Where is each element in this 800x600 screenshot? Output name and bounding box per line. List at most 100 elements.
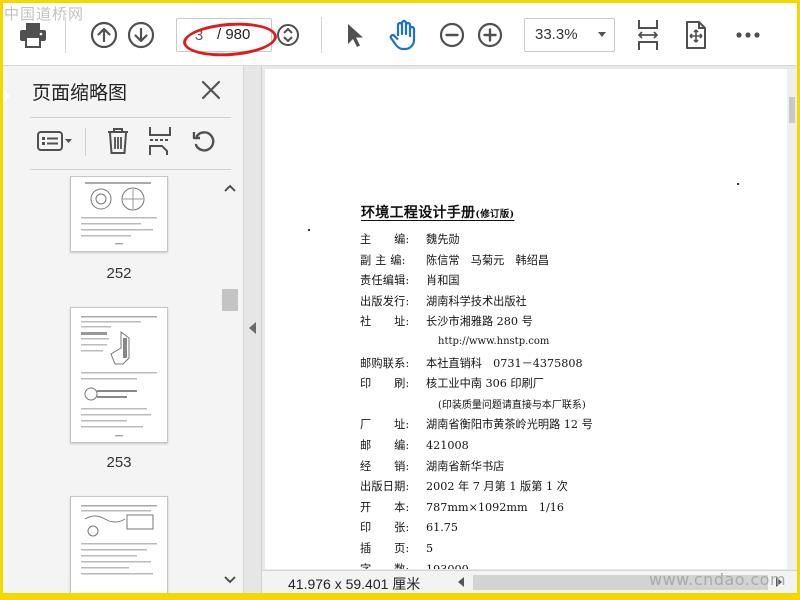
colophon-label: 经 销: xyxy=(360,459,410,473)
panel-tool-divider xyxy=(85,128,86,156)
zoom-out-icon xyxy=(439,22,465,48)
page-dimensions: 41.976 x 59.401 厘米 xyxy=(288,576,421,592)
scroll-left-button[interactable] xyxy=(458,577,464,587)
colophon-value: 长沙市湘雅路 280 号 xyxy=(426,315,533,329)
page-number-input[interactable] xyxy=(177,19,215,51)
colophon-label: 邮购联系: xyxy=(360,356,410,370)
thumbnail-label: 252 xyxy=(106,265,132,282)
colophon-value: 魏先勋 xyxy=(426,233,460,246)
split-page-icon xyxy=(149,127,171,155)
colophon-label: 社 址: xyxy=(360,315,410,329)
hand-tool-button[interactable] xyxy=(385,17,421,53)
colophon-label: 出版发行: xyxy=(360,294,410,308)
colophon-row: 责任编辑: 肖和国 xyxy=(360,272,460,288)
colophon-row: 社 址: 长沙市湘雅路 280 号 xyxy=(360,313,533,329)
colophon-value: 2002 年 7 月第 1 版第 1 次 xyxy=(426,480,568,494)
chevron-down-icon xyxy=(598,32,606,37)
page-thumbnail[interactable] xyxy=(70,176,168,252)
scrollbar-thumb[interactable] xyxy=(789,97,795,123)
colophon-label: 插 页: xyxy=(360,542,410,555)
colophon-row: 经 销: 湖南省新华书店 xyxy=(360,458,504,474)
more-icon xyxy=(736,32,760,38)
select-tool-button[interactable] xyxy=(340,17,370,53)
colophon-row: 出版日期: 2002 年 7 月第 1 版第 1 次 xyxy=(360,478,568,494)
thumbnail-content xyxy=(81,505,157,575)
scroll-down-button[interactable] xyxy=(224,574,236,586)
fit-width-icon xyxy=(638,20,658,50)
scrollbar-thumb[interactable] xyxy=(222,289,238,311)
thumbnail-list: 252 253 xyxy=(3,176,220,593)
colophon-value: 本社直销科 0731－4375808 xyxy=(426,356,583,370)
colophon-value: 787mm×1092mm 1/16 xyxy=(426,500,564,514)
colophon-row: 印 张: 61.75 xyxy=(360,519,458,535)
colophon-row: 厂 址: 湖南省衡阳市黄茶岭光明路 12 号 xyxy=(360,416,593,432)
colophon-value: 5 xyxy=(426,542,434,555)
colophon-label: 副 主 编: xyxy=(360,253,406,267)
document-title: 环境工程设计手册(修订版) xyxy=(361,202,514,222)
colophon-value: 湖南省衡阳市黄茶岭光明路 12 号 xyxy=(426,418,593,432)
colophon-label: 责任编辑: xyxy=(360,274,410,288)
next-page-icon xyxy=(127,21,155,49)
colophon-row: 出版发行: 湖南科学技术出版社 xyxy=(360,293,527,309)
print-button[interactable] xyxy=(15,17,51,53)
toolbar-divider xyxy=(321,17,322,53)
zoom-in-button[interactable] xyxy=(475,17,505,53)
page-thumbnail[interactable] xyxy=(70,496,168,593)
prev-page-icon xyxy=(90,21,118,49)
colophon-row: 邮购联系: 本社直销科 0731－4375808 xyxy=(360,355,583,371)
scroll-up-button[interactable] xyxy=(224,182,236,194)
colophon-value: (印装质量问题请直接与本厂联系) xyxy=(438,399,586,411)
chevron-down-icon xyxy=(224,576,236,584)
colophon-label: 主 编: xyxy=(360,233,410,246)
colophon-label: 印 刷: xyxy=(360,377,410,391)
select-arrow-icon xyxy=(348,24,363,47)
title-edition: (修订版) xyxy=(475,209,515,220)
page-navigation-button[interactable] xyxy=(273,17,303,53)
toolbar-divider xyxy=(65,17,66,53)
zoom-out-button[interactable] xyxy=(437,17,467,53)
rotate-page-button[interactable] xyxy=(191,124,219,158)
colophon-label: 出版日期: xyxy=(360,480,410,494)
thumbnail-options-icon xyxy=(37,131,72,151)
colophon-value: 421008 xyxy=(426,439,469,452)
page-move-button[interactable] xyxy=(681,17,711,53)
page-move-icon xyxy=(686,21,706,49)
colophon-row: 主 编: 魏先勋 xyxy=(360,231,460,247)
thumbnail-content xyxy=(81,316,157,437)
page-thumbnail[interactable] xyxy=(70,307,168,443)
delete-icon xyxy=(108,128,128,154)
toolbar: 中国道桥网 / 980 xyxy=(3,3,797,66)
colophon-label: 厂 址: xyxy=(360,418,410,432)
colophon-value: 61.75 xyxy=(426,521,459,535)
thumbnails-panel: 页面缩略图 252 253 xyxy=(3,66,244,593)
thumbnail-options-button[interactable] xyxy=(36,124,76,158)
thumbnail-label: 253 xyxy=(106,454,132,471)
colophon-value: 陈信常 马菊元 韩绍昌 xyxy=(426,253,550,267)
zoom-dropdown[interactable]: 33.3% xyxy=(524,18,615,52)
previous-page-button[interactable] xyxy=(87,17,121,53)
next-page-button[interactable] xyxy=(124,17,158,53)
document-view[interactable]: 环境工程设计手册(修订版) 主 编: 魏先勋副 主 编: 陈信常 马菊元 韩绍昌责任… xyxy=(262,66,797,593)
colophon-value: http://www.hnstp.com xyxy=(438,336,550,347)
colophon-value: 肖和国 xyxy=(426,274,460,288)
thumbnail-content xyxy=(81,182,157,245)
app-window: 中国道桥网 / 980 xyxy=(3,3,797,593)
colophon-label: 邮 编: xyxy=(360,439,410,452)
zoom-value: 33.3% xyxy=(535,26,578,43)
split-page-button[interactable] xyxy=(148,124,176,158)
page-speck xyxy=(308,229,310,231)
panel-divider xyxy=(30,117,231,118)
collapse-panel-button[interactable] xyxy=(244,66,262,593)
colophon-label: 开 本: xyxy=(360,500,410,514)
delete-pages-button[interactable] xyxy=(106,124,134,158)
fit-width-button[interactable] xyxy=(633,17,663,53)
panel-divider xyxy=(30,169,231,170)
colophon-row: http://www.hnstp.com xyxy=(360,334,549,347)
document-scrollbar[interactable] xyxy=(787,69,797,569)
thumbnail-scrollbar[interactable] xyxy=(220,176,240,593)
more-options-button[interactable] xyxy=(731,17,765,53)
hand-tool-icon xyxy=(389,19,416,51)
close-panel-button[interactable] xyxy=(199,78,223,102)
panel-title: 页面缩略图 xyxy=(32,82,128,104)
watermark-bottom: www.cndao.com xyxy=(649,570,787,589)
